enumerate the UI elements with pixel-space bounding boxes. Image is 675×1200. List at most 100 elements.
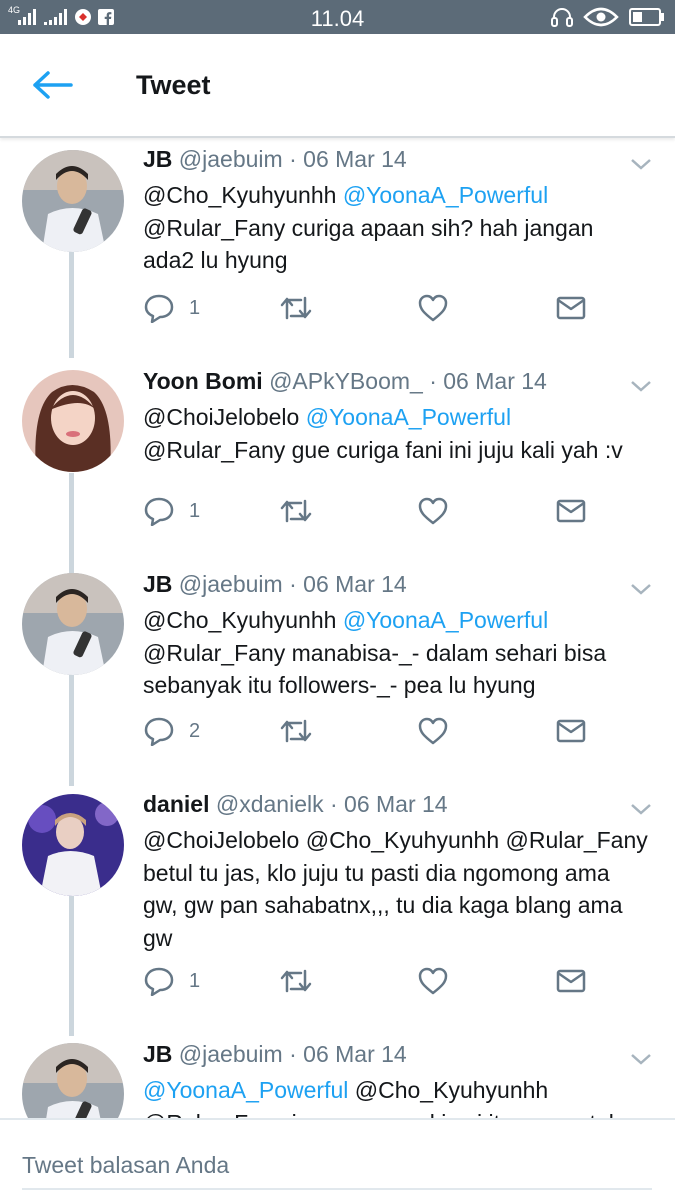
chevron-down-icon[interactable] (629, 581, 653, 597)
tweet-text: @Cho_Kyuhyunhh @YoonaA_Powerful @Rular_F… (143, 604, 658, 702)
tweet-header: daniel @xdanielk · 06 Mar 14 (143, 791, 448, 818)
direct-message-button[interactable] (555, 493, 587, 529)
mention-link[interactable]: @Cho_Kyuhyunhh (143, 182, 343, 208)
direct-message-button[interactable] (555, 290, 587, 326)
header: Tweet (0, 34, 675, 138)
username[interactable]: @jaebuim (179, 571, 283, 597)
username[interactable]: @xdanielk (216, 791, 324, 817)
tweet-feed[interactable]: JB @jaebuim · 06 Mar 14 @Cho_Kyuhyunhh @… (0, 138, 675, 1118)
avatar[interactable] (22, 794, 124, 896)
chevron-down-icon[interactable] (629, 1051, 653, 1067)
avatar-photo (22, 150, 124, 252)
retweet-button[interactable] (279, 290, 313, 326)
direct-message-button[interactable] (555, 713, 587, 749)
like-button[interactable] (417, 963, 449, 999)
mention-link[interactable]: @YoonaA_Powerful (343, 182, 548, 208)
tweet-header: JB @jaebuim · 06 Mar 14 (143, 571, 407, 598)
tweet-line: sebanyak itu followers-_- pea lu hyung (143, 672, 536, 698)
like-icon (418, 967, 448, 995)
status-right (551, 5, 665, 29)
like-button[interactable] (417, 713, 449, 749)
reply-count: 1 (189, 499, 201, 522)
tweet-text: @ChoiJelobelo @YoonaA_Powerful @Rular_Fa… (143, 401, 658, 466)
tweet-actions: 2 (143, 713, 603, 749)
timestamp: 06 Mar 14 (443, 368, 547, 394)
status-bar: 4G 11.04 (0, 0, 675, 34)
tweet-line: ada2 lu hyung (143, 247, 288, 273)
reply-count: 1 (189, 296, 201, 319)
reply-button[interactable]: 1 (143, 493, 200, 529)
tweet-item[interactable]: daniel @xdanielk · 06 Mar 14 @ChoiJelobe… (0, 783, 675, 1033)
tweet-item[interactable]: JB @jaebuim · 06 Mar 14 @YoonaA_Powerful… (0, 1033, 675, 1118)
retweet-icon (280, 499, 312, 523)
reply-icon (144, 294, 174, 323)
avatar[interactable] (22, 1043, 124, 1118)
avatar-photo (22, 573, 124, 675)
tweet-line: @Rular_Fany curiga apaan sih? hah jangan (143, 214, 594, 241)
avatar-photo (22, 794, 124, 896)
mention-link[interactable]: @YoonaA_Powerful (306, 404, 511, 430)
mention-link[interactable]: @YoonaA_Powerful (143, 1077, 348, 1103)
avatar[interactable] (22, 150, 124, 252)
display-name[interactable]: Yoon Bomi (143, 368, 263, 394)
retweet-button[interactable] (279, 493, 313, 529)
mention-link[interactable]: @ChoiJelobelo (143, 404, 306, 430)
separator: · (282, 1041, 304, 1067)
direct-message-icon (556, 969, 586, 993)
reply-count: 2 (189, 719, 201, 742)
display-name[interactable]: JB (143, 1041, 172, 1067)
reply-input[interactable] (22, 1142, 652, 1190)
like-button[interactable] (417, 290, 449, 326)
tweet-text: @YoonaA_Powerful @Cho_Kyuhyunhh @Rular_F… (143, 1074, 658, 1118)
mention-link[interactable]: @Cho_Kyuhyunhh (143, 607, 343, 633)
retweet-icon (280, 296, 312, 320)
tweet-line: gw (143, 924, 173, 951)
timestamp: 06 Mar 14 (303, 1041, 407, 1067)
like-icon (418, 717, 448, 745)
timestamp: 06 Mar 14 (303, 571, 407, 597)
reply-bar (0, 1118, 675, 1200)
reply-count: 1 (189, 969, 201, 992)
tweet-item[interactable]: Yoon Bomi @APkYBoom_ · 06 Mar 14 @ChoiJe… (0, 360, 675, 563)
direct-message-icon (556, 296, 586, 320)
headset-icon (551, 8, 573, 27)
tweet-header: Yoon Bomi @APkYBoom_ · 06 Mar 14 (143, 368, 547, 395)
avatar[interactable] (22, 370, 124, 472)
back-button[interactable] (32, 70, 74, 100)
tweet-header: JB @jaebuim · 06 Mar 14 (143, 1041, 407, 1068)
tweet-line: @Rular_Fany gue curiga fani ini juju kal… (143, 436, 623, 463)
username[interactable]: @APkYBoom_ (269, 368, 423, 394)
mention-link[interactable]: @Cho_Kyuhyunhh (348, 1077, 548, 1103)
chevron-down-icon[interactable] (629, 801, 653, 817)
direct-message-button[interactable] (555, 963, 587, 999)
display-name[interactable]: JB (143, 571, 172, 597)
tweet-line: betul tu jas, klo juju tu pasti dia ngom… (143, 859, 610, 886)
separator: · (422, 368, 444, 394)
tweet-item[interactable]: JB @jaebuim · 06 Mar 14 @Cho_Kyuhyunhh @… (0, 563, 675, 783)
separator: · (282, 571, 304, 597)
tweet-line: @Rular_Fany iya pun mungkin si item ngan… (143, 1107, 658, 1119)
like-button[interactable] (417, 493, 449, 529)
chevron-down-icon[interactable] (629, 156, 653, 172)
reply-icon (144, 497, 174, 526)
chevron-down-icon[interactable] (629, 378, 653, 394)
arrow-left-icon (33, 71, 73, 99)
reply-button[interactable]: 1 (143, 963, 200, 999)
username[interactable]: @jaebuim (179, 1041, 283, 1067)
reply-icon (144, 967, 174, 996)
timestamp: 06 Mar 14 (344, 791, 448, 817)
mention-link[interactable]: @YoonaA_Powerful (343, 607, 548, 633)
reply-button[interactable]: 2 (143, 713, 200, 749)
tweet-item[interactable]: JB @jaebuim · 06 Mar 14 @Cho_Kyuhyunhh @… (0, 138, 675, 360)
display-name[interactable]: daniel (143, 791, 209, 817)
eye-icon (583, 7, 619, 27)
retweet-button[interactable] (279, 713, 313, 749)
tweet-line: @ChoiJelobelo @Cho_Kyuhyunhh @Rular_Fany (143, 827, 648, 853)
avatar-photo (22, 370, 124, 472)
battery-icon (629, 8, 664, 26)
retweet-button[interactable] (279, 963, 313, 999)
avatar[interactable] (22, 573, 124, 675)
display-name[interactable]: JB (143, 146, 172, 172)
username[interactable]: @jaebuim (179, 146, 283, 172)
reply-button[interactable]: 1 (143, 290, 200, 326)
